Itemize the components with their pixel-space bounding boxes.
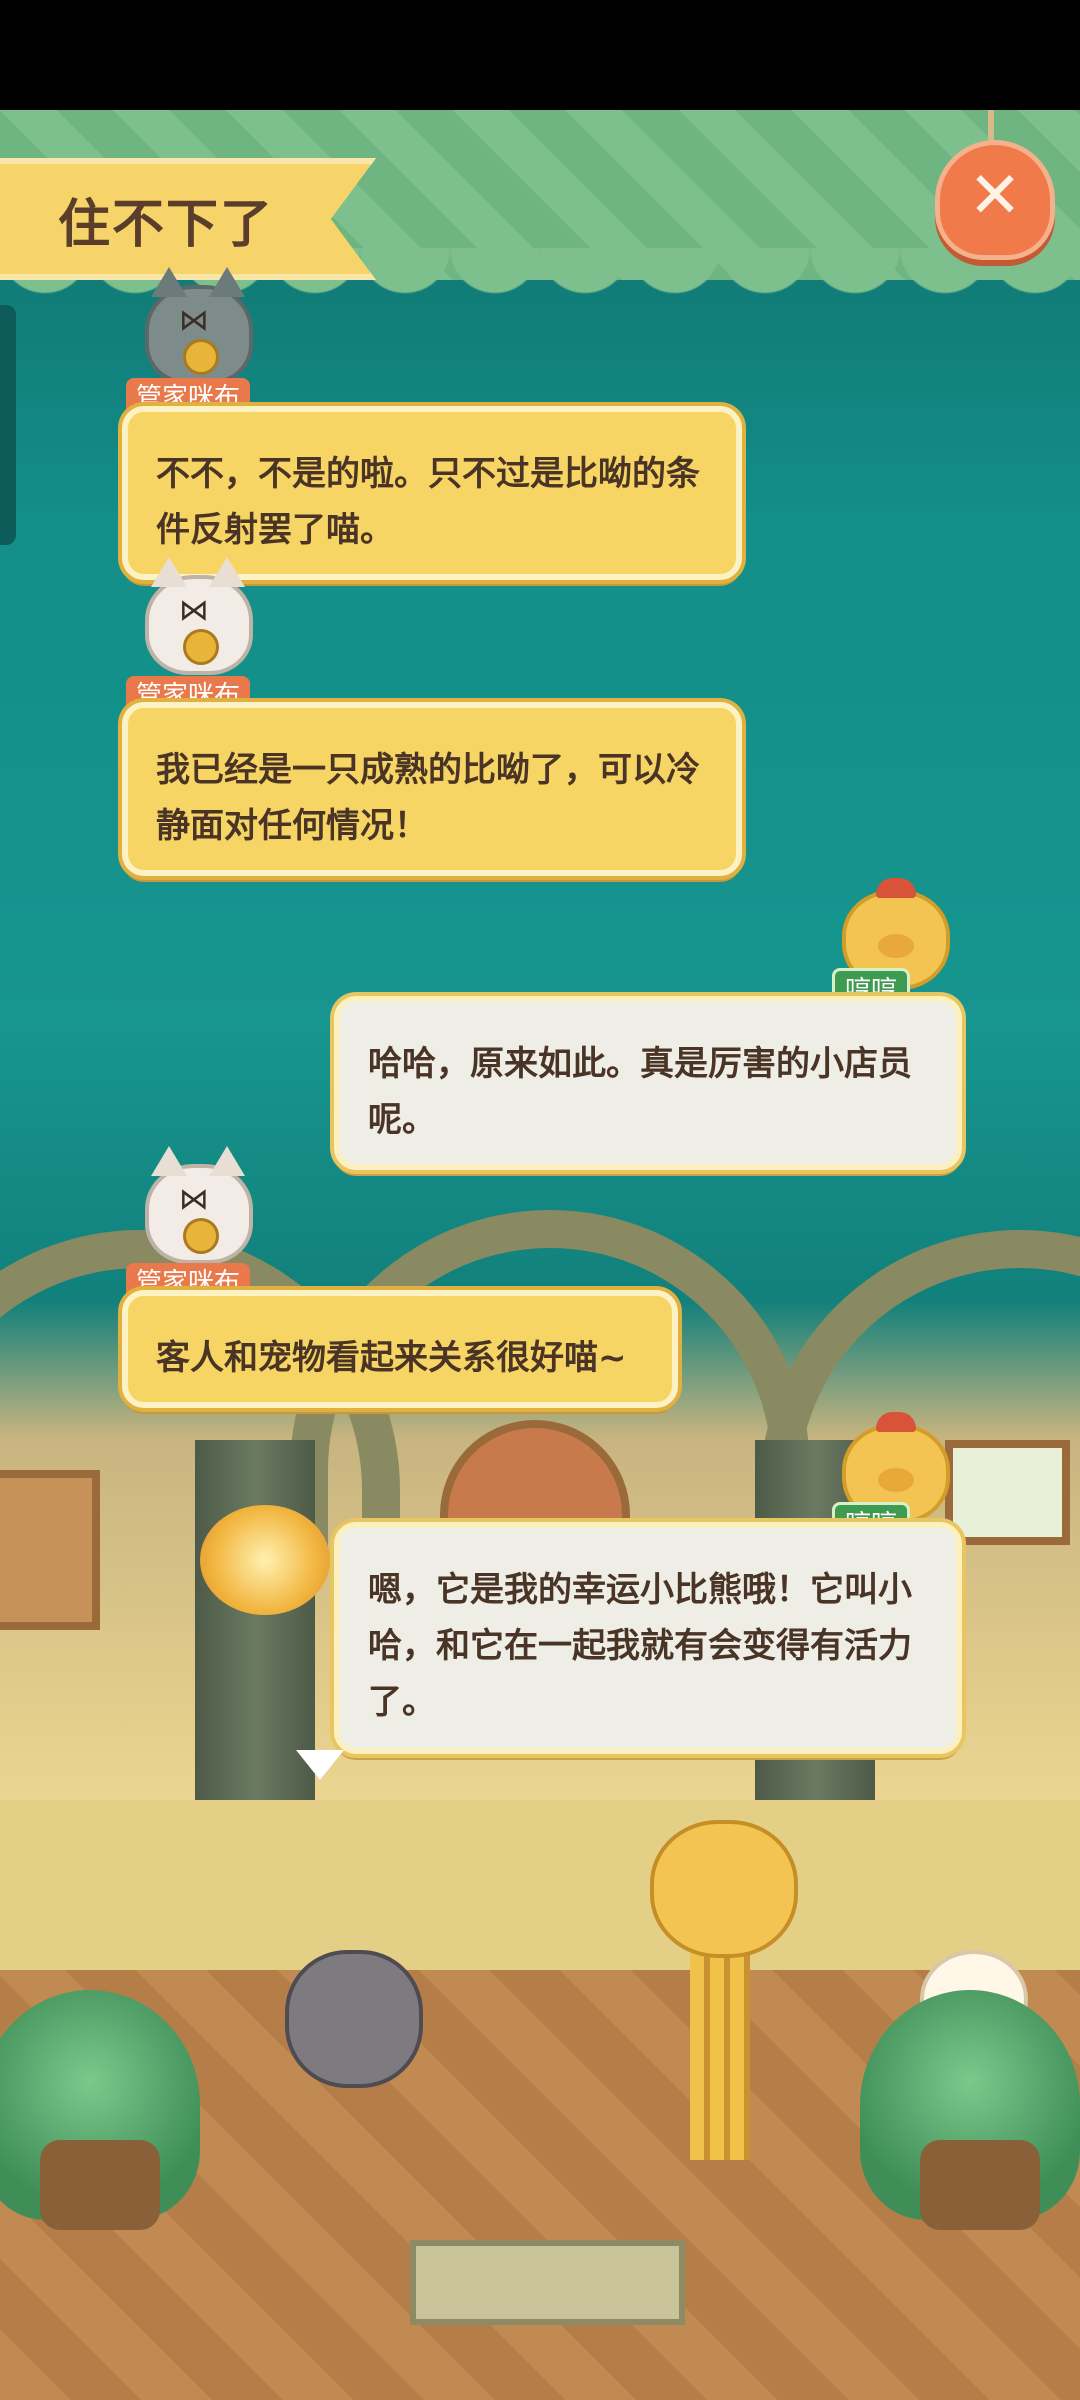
entrance-rug <box>410 2240 685 2325</box>
close-x-icon: ✕ <box>968 159 1022 233</box>
plant-pot-right <box>920 2140 1040 2230</box>
dialogue-bubble[interactable]: 客人和宠物看起来关系很好喵~ <box>122 1290 678 1408</box>
plant-pot-left <box>40 2140 160 2230</box>
wall-painting-left <box>0 1470 100 1630</box>
butler-avatar-icon: ⋈ <box>145 267 253 385</box>
guest-pig-legs <box>690 1940 750 2160</box>
dialogue-bubble[interactable]: 不不，不是的啦。只不过是比呦的条件反射罢了喵。 <box>122 406 742 580</box>
dialogue-bubble[interactable]: 我已经是一只成熟的比呦了，可以冷静面对任何情况！ <box>122 702 742 876</box>
dialogue-text: 哈哈，原来如此。真是厉害的小店员呢。 <box>368 1044 912 1140</box>
dialogue-bubble[interactable]: 嗯，它是我的幸运小比熊哦！它叫小哈，和它在一起我就有会变得有活力了。 <box>334 1522 962 1754</box>
guest-pig-character <box>650 1820 798 1958</box>
butler-avatar-icon: ⋈ <box>145 1146 253 1264</box>
butler-cat-character <box>285 1950 423 2088</box>
close-button[interactable]: ✕ <box>935 140 1055 260</box>
game-screen: 住不下了 ✕ ⋈ 管家咪布 不不，不是的啦。只不过是比呦的条件反射罢了喵。 ⋈ … <box>0 110 1080 2400</box>
dialogue-text: 嗯，它是我的幸运小比熊哦！它叫小哈，和它在一起我就有会变得有活力了。 <box>368 1570 912 1722</box>
dialogue-text: 不不，不是的啦。只不过是比呦的条件反射罢了喵。 <box>156 454 700 550</box>
wall-lamp <box>200 1505 330 1615</box>
butler-avatar-icon: ⋈ <box>145 557 253 675</box>
dialogue-text: 客人和宠物看起来关系很好喵~ <box>156 1338 627 1378</box>
dialogue-text: 我已经是一只成熟的比呦了，可以冷静面对任何情况！ <box>156 750 700 846</box>
side-drawer-handle[interactable] <box>0 305 16 545</box>
dialogue-bubble[interactable]: 哈哈，原来如此。真是厉害的小店员呢。 <box>334 996 962 1170</box>
floor <box>0 1800 1080 1970</box>
wall-painting-butterfly <box>945 1440 1070 1545</box>
triangle-down-icon[interactable] <box>296 1750 344 1780</box>
page-title: 住不下了 <box>58 195 275 255</box>
